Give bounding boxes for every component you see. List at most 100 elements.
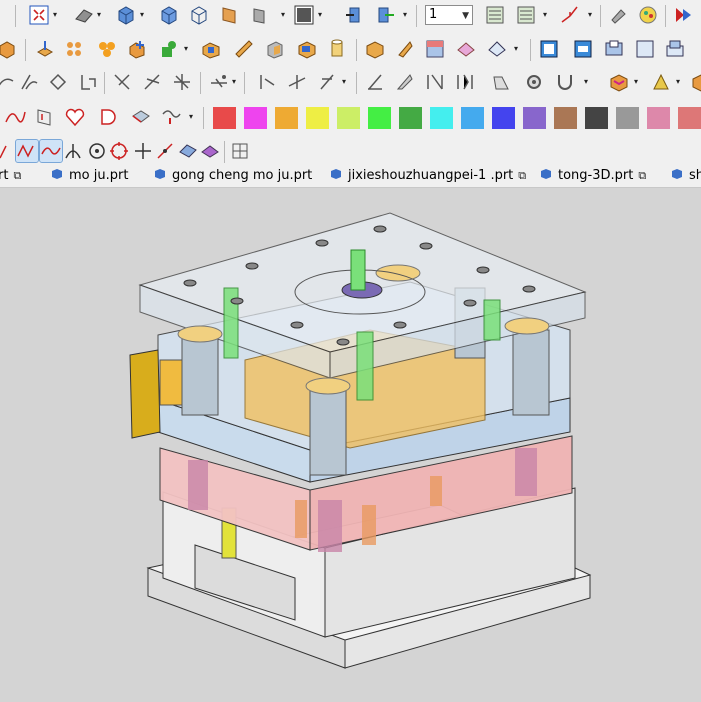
wireframe-box-icon[interactable] (188, 4, 210, 26)
chevron-down-icon[interactable]: ▾ (140, 10, 147, 20)
mold-plate-icon[interactable] (603, 38, 625, 60)
loft-icon[interactable] (18, 71, 40, 93)
extrude-icon[interactable] (34, 38, 56, 60)
tab-gong-cheng-mo-ju[interactable]: gong cheng mo ju.prt (154, 168, 312, 185)
section-icon[interactable] (219, 4, 241, 26)
tab-tong-3d[interactable]: tong-3D.prt ⧉ (540, 168, 646, 185)
split-icon[interactable] (141, 71, 163, 93)
curve-icon[interactable] (0, 71, 16, 93)
block-icon[interactable] (538, 38, 560, 60)
tab-jixieshouzhuangpei[interactable]: jixieshouzhuangpei-1 .prt ⧉ (330, 168, 526, 185)
tab-mo-ju[interactable]: mo ju.prt (51, 168, 128, 185)
part-color-icon[interactable] (608, 71, 630, 93)
analysis-icon[interactable] (394, 71, 416, 93)
layer-icon[interactable] (484, 4, 506, 26)
grid-view-icon[interactable] (229, 140, 251, 162)
texture-box-icon[interactable] (364, 38, 386, 60)
color-swatch[interactable] (306, 107, 329, 129)
color-picker-icon[interactable] (637, 4, 659, 26)
save-icon[interactable] (455, 38, 477, 60)
material-icon[interactable] (199, 140, 221, 162)
color-swatch[interactable] (244, 107, 267, 129)
display-mode-icon[interactable] (293, 4, 315, 26)
gear-icon[interactable] (523, 71, 545, 93)
layer-2-icon[interactable] (515, 4, 537, 26)
axis-icon[interactable] (558, 4, 580, 26)
component-icon[interactable] (424, 71, 446, 93)
color-swatch[interactable] (399, 107, 422, 129)
shading-mode-icon[interactable] (73, 4, 95, 26)
tab-rt[interactable]: rt ⧉ (0, 168, 21, 185)
color-swatch[interactable] (523, 107, 546, 129)
slab-icon[interactable] (664, 38, 686, 60)
color-swatch[interactable] (275, 107, 298, 129)
shaded-box-icon[interactable] (296, 38, 318, 60)
chevron-down-icon[interactable]: ▾ (584, 77, 591, 87)
material-box-icon[interactable] (690, 71, 701, 93)
grid-icon[interactable] (424, 38, 446, 60)
curve-tool-icon[interactable] (160, 106, 182, 128)
color-swatch[interactable] (647, 107, 670, 129)
chevron-down-icon[interactable]: ▾ (403, 10, 410, 20)
view-icon[interactable] (177, 140, 199, 162)
chevron-down-icon[interactable]: ▾ (53, 10, 60, 20)
measure-icon[interactable] (286, 71, 308, 93)
patch-icon[interactable] (130, 106, 152, 128)
fit-view-icon[interactable] (28, 4, 50, 26)
tab-sh[interactable]: sh (671, 168, 701, 185)
chevron-down-icon[interactable]: ▾ (281, 10, 288, 20)
zoom-level-select[interactable]: 1 ▼ (425, 5, 473, 25)
color-swatch[interactable] (213, 107, 236, 129)
paint-icon[interactable] (607, 4, 629, 26)
chevron-down-icon[interactable]: ▾ (184, 44, 191, 54)
add-icon[interactable] (126, 38, 148, 60)
check-icon[interactable] (364, 71, 386, 93)
heart-surface-icon[interactable] (64, 106, 86, 128)
blend-icon[interactable] (171, 71, 193, 93)
spline-icon[interactable] (4, 106, 26, 128)
chevron-down-icon[interactable]: ▾ (318, 10, 325, 20)
d-surface-icon[interactable] (97, 106, 119, 128)
color-swatch[interactable] (368, 107, 391, 129)
color-swatch[interactable] (337, 107, 360, 129)
assembly-icon[interactable] (454, 71, 476, 93)
cylinder-icon[interactable] (264, 38, 286, 60)
surface-icon[interactable] (34, 106, 56, 128)
wire-box-icon[interactable] (394, 38, 416, 60)
magnet-icon[interactable] (554, 71, 576, 93)
color-swatch[interactable] (585, 107, 608, 129)
rotate-icon[interactable] (250, 4, 272, 26)
solid-box-icon[interactable] (115, 4, 137, 26)
color-swatch[interactable] (554, 107, 577, 129)
mold-assembly-model[interactable] (0, 188, 701, 702)
shell-icon[interactable] (233, 38, 255, 60)
solid-box-2-icon[interactable] (158, 4, 180, 26)
color-swatch[interactable] (461, 107, 484, 129)
tetra-icon[interactable] (326, 38, 348, 60)
box-icon[interactable] (0, 38, 18, 60)
line-icon[interactable] (154, 140, 176, 162)
cube-icon[interactable] (158, 38, 180, 60)
angle-icon[interactable] (256, 71, 278, 93)
boolean-icon[interactable] (96, 38, 118, 60)
explode-icon[interactable] (490, 71, 512, 93)
pattern-icon[interactable] (64, 38, 86, 60)
color-swatch[interactable] (430, 107, 453, 129)
chevron-down-icon[interactable]: ▾ (189, 112, 196, 122)
block-2-icon[interactable] (572, 38, 594, 60)
chevron-down-icon[interactable]: ▾ (232, 77, 239, 87)
clearance-icon[interactable] (316, 71, 338, 93)
curve-snap-icon[interactable] (39, 139, 63, 163)
chevron-down-icon[interactable]: ▾ (588, 10, 595, 20)
intersect-icon[interactable] (62, 140, 84, 162)
chevron-down-icon[interactable]: ▾ (676, 77, 683, 87)
offset-icon[interactable] (77, 71, 99, 93)
mold-icon[interactable] (486, 38, 508, 60)
run-icon[interactable] (672, 4, 694, 26)
insert-part-icon[interactable] (344, 4, 366, 26)
color-swatch[interactable] (678, 107, 701, 129)
line-snap-icon[interactable] (15, 139, 39, 163)
chevron-down-icon[interactable]: ▾ (514, 44, 521, 54)
3d-viewport[interactable] (0, 188, 701, 702)
distance-icon[interactable] (208, 71, 230, 93)
